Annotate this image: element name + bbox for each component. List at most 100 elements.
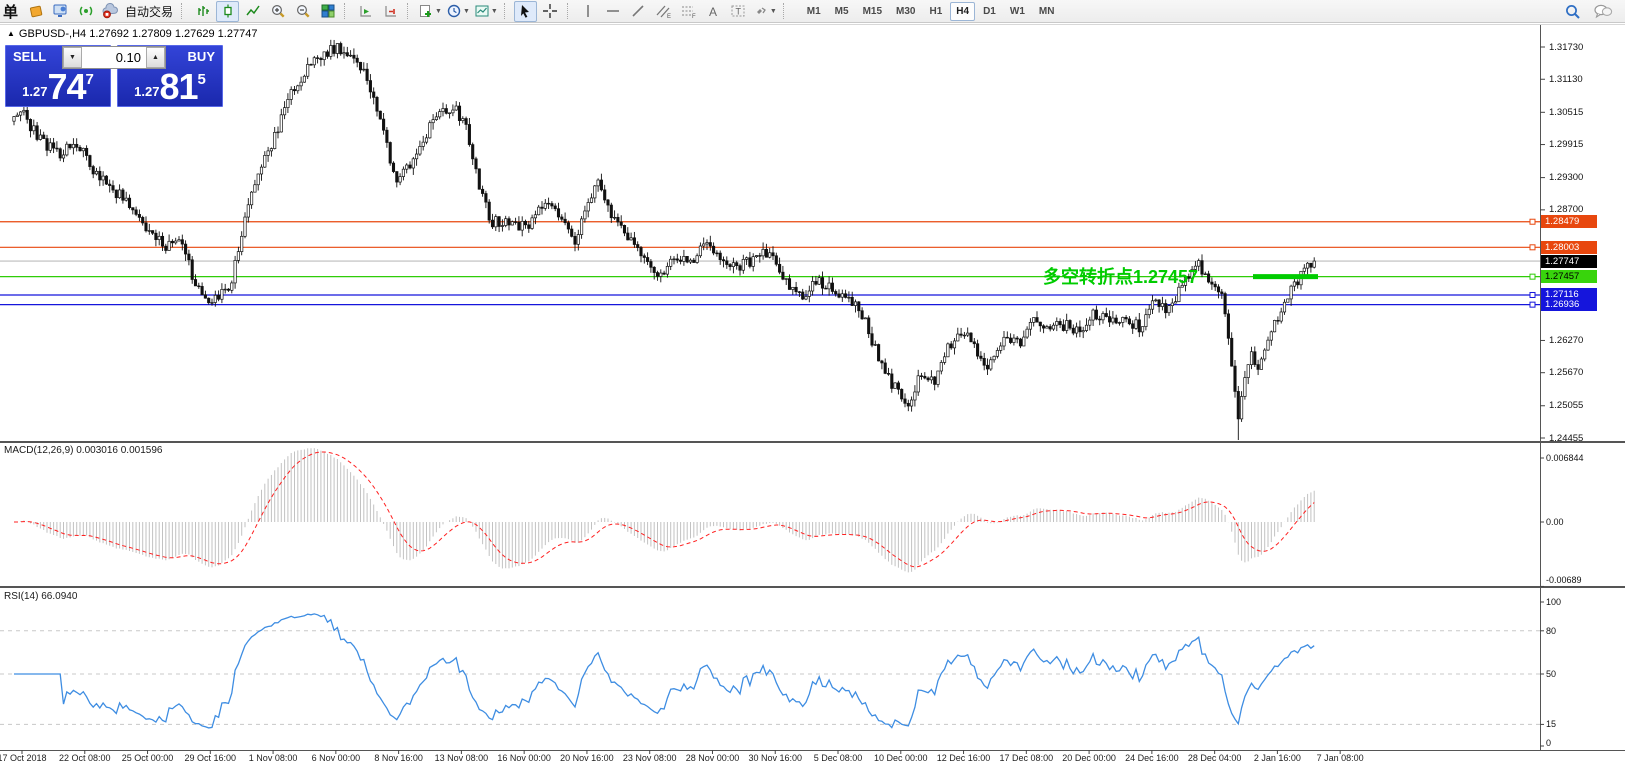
fibonacci-tool-icon[interactable]: F [677, 1, 700, 22]
svg-text:E: E [667, 14, 671, 19]
volume-increase-button[interactable]: ▲ [146, 47, 165, 68]
sell-price-main: 74 [47, 69, 85, 105]
buy-price-prefix: 1.27 [134, 84, 159, 99]
time-axis-label: 25 Oct 00:00 [122, 753, 174, 763]
toolbar-separator [407, 3, 412, 19]
time-axis-label: 7 Jan 08:00 [1317, 753, 1364, 763]
timeframe-h1[interactable]: H1 [923, 2, 948, 21]
bar-chart-icon[interactable] [191, 1, 214, 22]
time-axis-label: 23 Nov 08:00 [623, 753, 677, 763]
text-label-tool-icon[interactable]: T [727, 1, 750, 22]
time-axis-label: 20 Dec 00:00 [1062, 753, 1116, 763]
price-tick: 1.29300 [1549, 172, 1583, 183]
price-tick: 1.24455 [1549, 433, 1583, 444]
time-axis-label: 5 Dec 08:00 [814, 753, 863, 763]
one-click-trading-panel: SELL 1.27 74 7 BUY 1.27 81 5 ▼ 0.10 ▲ [5, 45, 223, 107]
volume-spinner: ▼ 0.10 ▲ [62, 46, 166, 69]
search-icon[interactable] [1561, 1, 1584, 22]
buy-price: 1.27 81 5 [118, 69, 222, 105]
price-badge: 1.27747 [1541, 255, 1597, 268]
price-tick: 1.26270 [1549, 335, 1583, 346]
chart-annotation: 多空转折点1.27457 [1043, 263, 1198, 289]
arrows-tool-icon[interactable]: ▼ [752, 1, 778, 22]
time-axis-label: 8 Nov 16:00 [374, 753, 423, 763]
time-axis-label: 16 Nov 00:00 [497, 753, 551, 763]
chart-canvas[interactable] [0, 0, 1625, 768]
auto-trading-label[interactable]: 自动交易 [125, 3, 173, 20]
macd-axis-label: 0.006844 [1546, 453, 1584, 463]
time-axis-label: 17 Oct 2018 [0, 753, 47, 763]
rsi-indicator-label: RSI(14) 66.0940 [4, 591, 77, 602]
price-tick: 1.30515 [1549, 107, 1583, 118]
toolbar-separator [344, 3, 349, 19]
candlestick-chart-icon[interactable] [216, 1, 239, 22]
time-axis-label: 12 Dec 16:00 [937, 753, 991, 763]
rsi-axis-label: 100 [1546, 597, 1561, 607]
rsi-axis-label: 80 [1546, 626, 1556, 636]
order-menu-button[interactable]: 单 [0, 1, 22, 22]
volume-input[interactable]: 0.10 [82, 47, 146, 68]
crosshair-tool-icon[interactable] [539, 1, 562, 22]
text-tool-icon[interactable]: A [702, 1, 725, 22]
time-axis-label: 2 Jan 16:00 [1254, 753, 1301, 763]
horizontal-line-tool-icon[interactable] [602, 1, 625, 22]
zoom-in-icon[interactable] [266, 1, 289, 22]
time-axis-label: 28 Dec 04:00 [1188, 753, 1242, 763]
chevron-down-icon: ▼ [463, 8, 470, 15]
price-tick: 1.31130 [1549, 74, 1583, 85]
time-axis-label: 17 Dec 08:00 [1000, 753, 1054, 763]
time-axis-label: 30 Nov 16:00 [748, 753, 802, 763]
timeframe-m30[interactable]: M30 [890, 2, 921, 21]
timeframe-d1[interactable]: D1 [977, 2, 1002, 21]
indicators-icon[interactable]: ▼ [417, 1, 443, 22]
journal-icon[interactable] [24, 1, 47, 22]
buy-price-main: 81 [159, 69, 197, 105]
timeframe-m5[interactable]: M5 [829, 2, 855, 21]
collapse-arrow-icon[interactable]: ▲ [7, 29, 15, 38]
time-axis-label: 22 Oct 08:00 [59, 753, 111, 763]
rsi-axis-label: 0 [1546, 738, 1551, 748]
timeframe-m15[interactable]: M15 [857, 2, 888, 21]
timeframe-w1[interactable]: W1 [1004, 2, 1031, 21]
sell-price-sup: 7 [86, 71, 94, 88]
price-badge: 1.28479 [1541, 215, 1597, 228]
equidistant-channel-tool-icon[interactable]: E [652, 1, 675, 22]
timeframe-h4[interactable]: H4 [950, 2, 975, 21]
line-chart-icon[interactable] [241, 1, 264, 22]
periods-icon[interactable]: ▼ [445, 1, 471, 22]
new-order-icon[interactable] [49, 1, 72, 22]
svg-text:T: T [735, 7, 741, 17]
time-axis-label: 1 Nov 08:00 [249, 753, 298, 763]
zoom-out-icon[interactable] [291, 1, 314, 22]
vertical-line-tool-icon[interactable] [577, 1, 600, 22]
auto-trading-icon[interactable] [99, 1, 122, 22]
trendline-tool-icon[interactable] [627, 1, 650, 22]
sell-price-prefix: 1.27 [22, 84, 47, 99]
price-tick: 1.29915 [1549, 139, 1583, 150]
templates-icon[interactable]: ▼ [473, 1, 499, 22]
volume-decrease-button[interactable]: ▼ [63, 47, 82, 68]
time-axis-label: 6 Nov 00:00 [312, 753, 361, 763]
price-tick: 1.25055 [1549, 400, 1583, 411]
price-tick: 1.31730 [1549, 42, 1583, 53]
svg-text:A: A [709, 5, 717, 19]
macd-axis-label: -0.00689 [1546, 575, 1582, 585]
time-axis-label: 28 Nov 00:00 [686, 753, 740, 763]
chevron-down-icon: ▼ [435, 8, 442, 15]
auto-scroll-icon[interactable] [354, 1, 377, 22]
signals-icon[interactable] [74, 1, 97, 22]
chart-title: ▲ GBPUSD-,H4 1.27692 1.27809 1.27629 1.27… [7, 28, 257, 40]
buy-price-sup: 5 [198, 71, 206, 88]
timeframe-mn[interactable]: MN [1033, 2, 1061, 21]
chat-icon[interactable] [1591, 1, 1614, 22]
main-toolbar: 单 自动交易 ▼ ▼ ▼ [0, 0, 1625, 23]
chart-shift-icon[interactable] [379, 1, 402, 22]
tile-windows-icon[interactable] [316, 1, 339, 22]
price-badge: 1.28003 [1541, 241, 1597, 254]
chart-title-text: GBPUSD-,H4 1.27692 1.27809 1.27629 1.277… [19, 28, 258, 40]
rsi-axis-label: 15 [1546, 719, 1556, 729]
toolbar-separator [783, 3, 788, 19]
macd-indicator-label: MACD(12,26,9) 0.003016 0.001596 [4, 445, 162, 456]
timeframe-m1[interactable]: M1 [801, 2, 827, 21]
cursor-tool-icon[interactable] [514, 1, 537, 22]
